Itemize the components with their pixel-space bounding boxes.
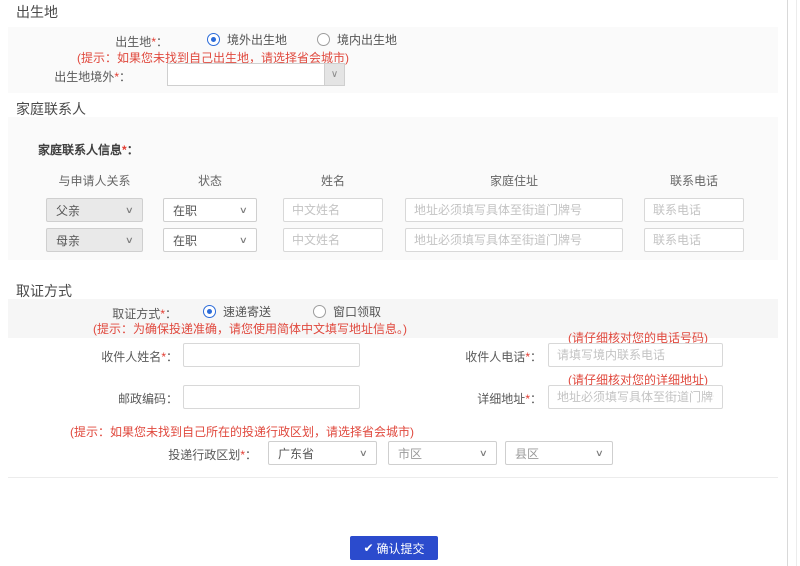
column-header-name: 姓名 — [283, 172, 383, 189]
birthplace-overseas-label: 出生地境外*： — [8, 68, 131, 85]
column-header-relation: 与申请人关系 — [46, 172, 143, 189]
radio-dot-icon — [203, 305, 216, 318]
county-select[interactable]: 县区∨ — [505, 441, 613, 465]
page-right-border — [787, 0, 788, 566]
chevron-down-icon: ∨ — [324, 64, 344, 85]
radio-birthplace-domestic[interactable]: 境内出生地 — [317, 31, 397, 48]
detail-address-input[interactable] — [548, 385, 723, 409]
chevron-down-icon: ∨ — [359, 449, 368, 458]
relation-select[interactable]: 母亲∨ — [46, 228, 143, 252]
recipient-phone-input[interactable] — [548, 343, 723, 367]
family-info-label: 家庭联系人信息*： — [38, 141, 139, 158]
detail-address-label: 详细地址*： — [388, 390, 542, 407]
city-select[interactable]: 市区∨ — [388, 441, 497, 465]
radio-label: 速递寄送 — [223, 303, 271, 320]
radio-dot-icon — [207, 33, 220, 46]
column-header-phone: 联系电话 — [644, 172, 744, 189]
check-icon: ✔ — [363, 541, 373, 555]
district-label: 投递行政区划*： — [68, 446, 257, 463]
name-input[interactable] — [283, 228, 383, 252]
delivery-panel: 取证方式*： 速递寄送 窗口领取 (提示：为确保投递准确，请您使用简体中文填写地… — [8, 299, 778, 478]
application-form-page: 出生地 出生地*： 境外出生地 境内出生地 (提示：如果您未找到自己出生地，请选… — [0, 0, 800, 566]
contact-phone-input[interactable] — [644, 198, 744, 222]
birthplace-section-title: 出生地 — [16, 2, 58, 22]
chevron-down-icon: ∨ — [125, 236, 134, 245]
chevron-down-icon: ∨ — [125, 206, 134, 215]
radio-window-pickup[interactable]: 窗口领取 — [313, 303, 381, 320]
radio-express-delivery[interactable]: 速递寄送 — [203, 303, 271, 320]
district-hint: (提示：如果您未找到自己所在的投递行政区划，请选择省会城市) — [70, 423, 414, 440]
birthplace-overseas-select[interactable]: ∨ — [167, 63, 345, 86]
radio-label: 境内出生地 — [337, 31, 397, 48]
chevron-down-icon: ∨ — [479, 449, 488, 458]
chevron-down-icon: ∨ — [239, 206, 248, 215]
recipient-name-input[interactable] — [183, 343, 360, 367]
confirm-submit-button[interactable]: ✔ 确认提交 — [350, 536, 438, 560]
delivery-section-title: 取证方式 — [16, 281, 72, 301]
radio-label: 境外出生地 — [227, 31, 287, 48]
scrollbar-track-line[interactable] — [796, 0, 797, 566]
relation-select[interactable]: 父亲∨ — [46, 198, 143, 222]
home-address-input[interactable] — [405, 228, 623, 252]
birthplace-field-label: 出生地*： — [8, 33, 168, 50]
name-input[interactable] — [283, 198, 383, 222]
status-select[interactable]: 在职∨ — [163, 228, 257, 252]
chevron-down-icon: ∨ — [595, 449, 604, 458]
postal-code-input[interactable] — [183, 385, 360, 409]
submit-label: 确认提交 — [377, 540, 425, 557]
status-select[interactable]: 在职∨ — [163, 198, 257, 222]
radio-dot-icon — [317, 33, 330, 46]
radio-birthplace-overseas[interactable]: 境外出生地 — [207, 31, 287, 48]
radio-label: 窗口领取 — [333, 303, 381, 320]
column-header-status: 状态 — [163, 172, 257, 189]
province-select[interactable]: 广东省∨ — [268, 441, 377, 465]
family-panel: 家庭联系人信息*： 与申请人关系 状态 姓名 家庭住址 联系电话 父亲∨ 在职∨… — [8, 117, 778, 260]
contact-phone-input[interactable] — [644, 228, 744, 252]
birthplace-panel: 出生地*： 境外出生地 境内出生地 (提示：如果您未找到自己出生地，请选择省会城… — [8, 27, 778, 93]
family-section-title: 家庭联系人 — [16, 99, 86, 119]
recipient-name-label: 收件人姓名*： — [8, 348, 178, 365]
radio-dot-icon — [313, 305, 326, 318]
delivery-hint: (提示：为确保投递准确，请您使用简体中文填写地址信息。) — [93, 320, 407, 337]
postal-code-label: 邮政编码： — [8, 390, 178, 407]
column-header-address: 家庭住址 — [405, 172, 623, 189]
recipient-phone-label: 收件人电话*： — [388, 348, 542, 365]
chevron-down-icon: ∨ — [239, 236, 248, 245]
home-address-input[interactable] — [405, 198, 623, 222]
